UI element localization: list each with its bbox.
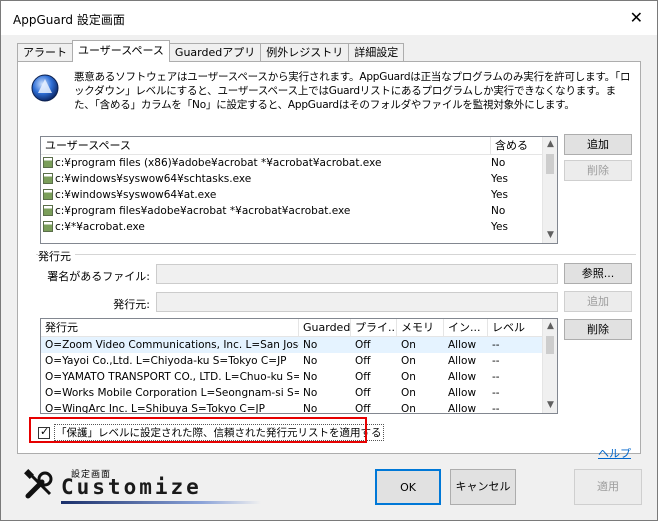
signed-file-label: 署名があるファイル:	[47, 270, 150, 283]
close-icon[interactable]: ✕	[630, 8, 643, 27]
table-row[interactable]: c:¥*¥acrobat.exe Yes	[41, 219, 557, 235]
publisher-group-label: 発行元	[38, 248, 75, 264]
scroll-down-icon[interactable]: ▼	[543, 398, 557, 413]
publisher-list[interactable]: 発行元 Guarded プライ... メモリ イン... レベル O=Zoom …	[40, 318, 558, 414]
column-header-guarded[interactable]: Guarded	[299, 319, 351, 336]
userspace-add-button[interactable]: 追加	[564, 134, 632, 155]
userspace-list-header: ユーザースペース 含める	[41, 137, 557, 155]
table-row[interactable]: c:¥windows¥syswow64¥schtasks.exe Yes	[41, 171, 557, 187]
table-row[interactable]: O=Zoom Video Communications, Inc. L=San …	[41, 337, 557, 353]
table-row[interactable]: c:¥program files (x86)¥adobe¥acrobat *¥a…	[41, 155, 557, 171]
publisher-input[interactable]	[156, 292, 558, 312]
userspace-delete-button[interactable]: 削除	[564, 160, 632, 181]
scroll-thumb[interactable]	[546, 154, 554, 174]
publisher-group-divider	[36, 254, 636, 255]
table-row[interactable]: c:¥program files¥adobe¥acrobat *¥acrobat…	[41, 203, 557, 219]
column-header-privacy[interactable]: プライ...	[351, 319, 397, 336]
tab-userspace[interactable]: ユーザースペース	[72, 40, 170, 62]
table-row[interactable]: c:¥windows¥syswow64¥at.exe Yes	[41, 187, 557, 203]
table-row[interactable]: O=WingArc Inc. L=Shibuya S=Tokyo C=JP No…	[41, 401, 557, 413]
table-row[interactable]: O=Works Mobile Corporation L=Seongnam-si…	[41, 385, 557, 401]
publisher-delete-button[interactable]: 削除	[564, 319, 632, 340]
userspace-list[interactable]: ユーザースペース 含める c:¥program files (x86)¥adob…	[40, 136, 558, 244]
file-icon	[43, 205, 53, 216]
browse-button[interactable]: 参照...	[564, 263, 632, 284]
table-row[interactable]: O=Yayoi Co.,Ltd. L=Chiyoda-ku S=Tokyo C=…	[41, 353, 557, 369]
file-icon	[43, 157, 53, 168]
scroll-up-icon[interactable]: ▲	[543, 319, 557, 334]
file-icon	[43, 173, 53, 184]
table-row[interactable]: O=YAMATO TRANSPORT CO., LTD. L=Chuo-ku S…	[41, 369, 557, 385]
tab-strip: アラート ユーザースペース Guardedアプリ 例外レジストリ 詳細設定	[17, 40, 405, 62]
apply-button[interactable]: 適用	[574, 469, 642, 505]
userspace-scrollbar[interactable]: ▲ ▼	[542, 137, 557, 243]
scroll-down-icon[interactable]: ▼	[543, 228, 557, 243]
column-header-userspace[interactable]: ユーザースペース	[41, 137, 491, 154]
column-header-include[interactable]: 含める	[491, 137, 543, 154]
tools-icon	[24, 469, 53, 499]
column-header-level[interactable]: レベル	[488, 319, 543, 336]
file-icon	[43, 189, 53, 200]
column-header-injection[interactable]: イン...	[444, 319, 488, 336]
publisher-scrollbar[interactable]: ▲ ▼	[542, 319, 557, 413]
userspace-description: 悪意あるソフトウェアはユーザースペースから実行されます。AppGuardは正当な…	[74, 71, 631, 111]
tab-guarded-apps[interactable]: Guardedアプリ	[168, 43, 262, 62]
appguard-settings-window: AppGuard 設定画面 ✕ アラート ユーザースペース Guardedアプリ…	[0, 0, 658, 521]
column-header-publisher[interactable]: 発行元	[41, 319, 299, 336]
help-link[interactable]: ヘルプ	[598, 445, 631, 461]
logo-underline	[61, 501, 261, 504]
window-title: AppGuard 設定画面	[13, 13, 125, 27]
signed-file-input[interactable]	[156, 264, 558, 284]
column-header-memory[interactable]: メモリ	[397, 319, 444, 336]
customize-logo: 設定画面 Customize	[23, 467, 261, 507]
red-highlight-box	[29, 417, 367, 443]
tab-advanced[interactable]: 詳細設定	[348, 43, 405, 62]
scroll-up-icon[interactable]: ▲	[543, 137, 557, 152]
logo-title: Customize	[61, 475, 202, 499]
file-icon	[43, 221, 53, 232]
userspace-panel: 悪意あるソフトウェアはユーザースペースから実行されます。AppGuardは正当な…	[17, 61, 641, 454]
tab-exception-registry[interactable]: 例外レジストリ	[260, 43, 350, 62]
ok-button[interactable]: OK	[375, 469, 441, 505]
publisher-add-button[interactable]: 追加	[564, 291, 632, 312]
title-bar: AppGuard 設定画面 ✕	[1, 1, 657, 35]
tab-alert[interactable]: アラート	[17, 43, 73, 62]
publisher-list-header: 発行元 Guarded プライ... メモリ イン... レベル	[41, 319, 557, 337]
cancel-button[interactable]: キャンセル	[450, 469, 516, 505]
scroll-thumb[interactable]	[546, 336, 554, 354]
publisher-label: 発行元:	[113, 298, 150, 311]
appguard-shield-icon	[31, 74, 59, 102]
